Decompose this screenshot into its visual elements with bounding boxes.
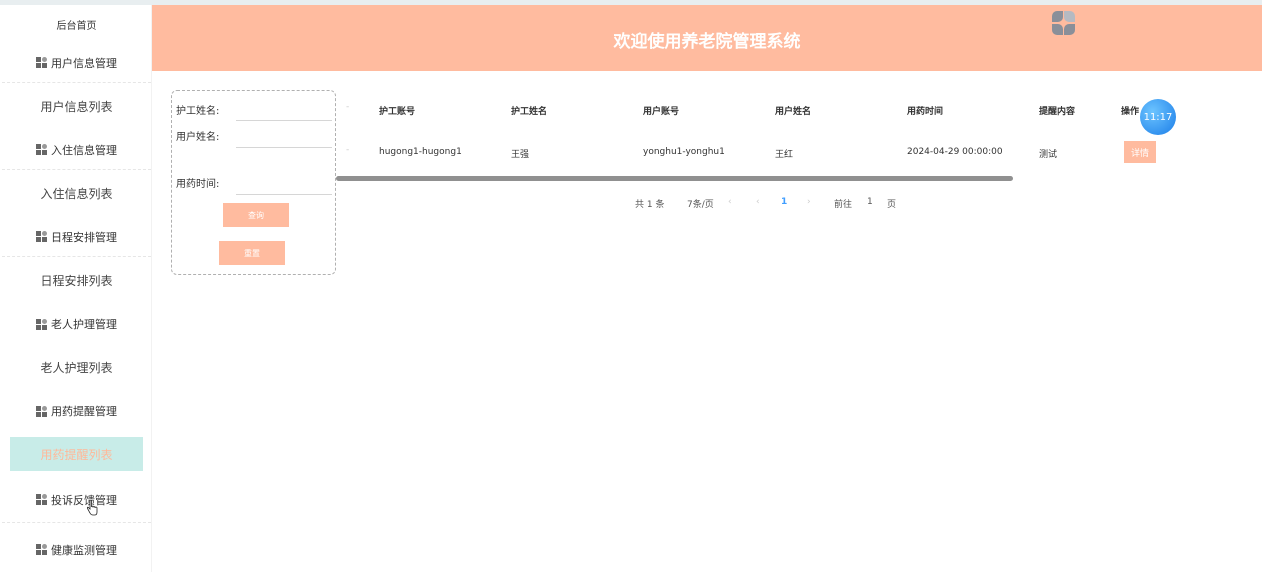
med-time-input[interactable] — [236, 175, 332, 195]
sidebar-home[interactable]: 后台首页 — [2, 5, 151, 43]
column-header: 用药时间 — [907, 107, 944, 117]
sidebar-group-user-info[interactable]: 用户信息管理 — [2, 43, 151, 83]
menu-grid-icon — [36, 405, 47, 417]
column-header: 提醒内容 — [1039, 107, 1076, 117]
menu-grid-icon — [36, 57, 47, 68]
avatar-icon[interactable] — [1052, 11, 1076, 35]
sidebar-item-medication-list[interactable]: 用药提醒列表 — [10, 437, 143, 471]
cell-nurse-name: 王强 — [511, 150, 530, 160]
nurse-name-input[interactable] — [236, 101, 332, 121]
sidebar-item-schedule-list[interactable]: 日程安排列表 — [2, 257, 151, 304]
sidebar-group-label: 健康监测管理 — [51, 543, 117, 557]
sidebar-group-health[interactable]: 健康监测管理 — [2, 523, 151, 572]
cell-nurse-account: hugong1-hugong1 — [379, 147, 462, 157]
pagination-prev-button[interactable]: ‹ — [728, 197, 732, 207]
query-button[interactable]: 查询 — [223, 203, 289, 227]
sidebar-group-complaint[interactable]: 投诉反馈管理 — [2, 477, 151, 523]
pagination-page-size[interactable]: 7条/页 — [687, 197, 714, 210]
menu-grid-icon — [36, 231, 47, 242]
menu-grid-icon — [36, 144, 47, 155]
menu-grid-icon — [36, 544, 47, 555]
menu-grid-icon — [36, 318, 47, 330]
column-header: 操作 — [1121, 107, 1140, 117]
hand-cursor-icon — [86, 500, 98, 516]
sidebar-group-label: 老人护理管理 — [51, 318, 117, 331]
sidebar-group-label: 日程安排管理 — [51, 230, 117, 244]
sidebar-item-elderly-care-list[interactable]: 老人护理列表 — [2, 344, 151, 391]
user-name-label: 用户姓名: — [176, 132, 220, 143]
sidebar-item-checkin-list[interactable]: 入住信息列表 — [2, 170, 151, 217]
med-time-label: 用药时间: — [176, 179, 220, 190]
pagination-total: 共 1 条 — [635, 200, 665, 210]
column-header: 护工姓名 — [511, 107, 548, 117]
pagination-next-button[interactable]: › — [807, 197, 811, 207]
cell-user-account: yonghu1-yonghu1 — [643, 147, 725, 157]
sidebar-group-elderly-care[interactable]: 老人护理管理 — [2, 304, 151, 344]
sidebar: 后台首页 用户信息管理 用户信息列表 入住信息管理 入住信息列表 日程安排管理 … — [2, 5, 152, 572]
sidebar-group-label: 投诉反馈管理 — [51, 493, 117, 507]
user-name-input[interactable] — [236, 128, 332, 148]
sidebar-group-label: 用户信息管理 — [51, 56, 117, 70]
column-header: 用户账号 — [643, 107, 680, 117]
cell-user-name: 王红 — [775, 150, 794, 160]
reset-button[interactable]: 重置 — [219, 241, 285, 265]
sidebar-item-user-info-list[interactable]: 用户信息列表 — [2, 83, 151, 130]
pagination-goto-input[interactable]: 1 — [867, 197, 873, 207]
nurse-name-label: 护工姓名: — [176, 106, 220, 117]
select-all-checkbox[interactable]: - — [346, 102, 349, 112]
detail-button[interactable]: 详情 — [1124, 141, 1156, 163]
pagination-goto-label: 前往 — [834, 200, 853, 210]
sidebar-group-label: 用药提醒管理 — [51, 405, 117, 418]
sidebar-group-medication[interactable]: 用药提醒管理 — [2, 391, 151, 431]
pagination-prev-arrow[interactable]: ‹ — [756, 197, 760, 207]
row-checkbox[interactable]: - — [346, 145, 349, 155]
sidebar-group-checkin[interactable]: 入住信息管理 — [2, 130, 151, 170]
column-header: 用户姓名 — [775, 107, 812, 117]
pagination-current-page[interactable]: 1 — [781, 197, 787, 207]
clock-bubble: 11:17 — [1140, 99, 1176, 135]
cell-content: 测试 — [1039, 150, 1058, 160]
search-panel: 护工姓名: 用户姓名: 用药时间: 查询 重置 — [171, 90, 336, 275]
column-header: 护工账号 — [379, 107, 416, 117]
sidebar-group-label: 入住信息管理 — [51, 143, 117, 157]
pagination-page-unit: 页 — [887, 200, 897, 210]
menu-grid-icon — [36, 494, 47, 505]
sidebar-group-schedule[interactable]: 日程安排管理 — [2, 217, 151, 257]
cell-med-time: 2024-04-29 00:00:00 — [907, 147, 1003, 157]
table-horizontal-scrollbar[interactable] — [336, 176, 1013, 181]
page-title: 欢迎使用养老院管理系统 — [613, 32, 801, 52]
header-bar: 欢迎使用养老院管理系统 — [152, 5, 1262, 71]
